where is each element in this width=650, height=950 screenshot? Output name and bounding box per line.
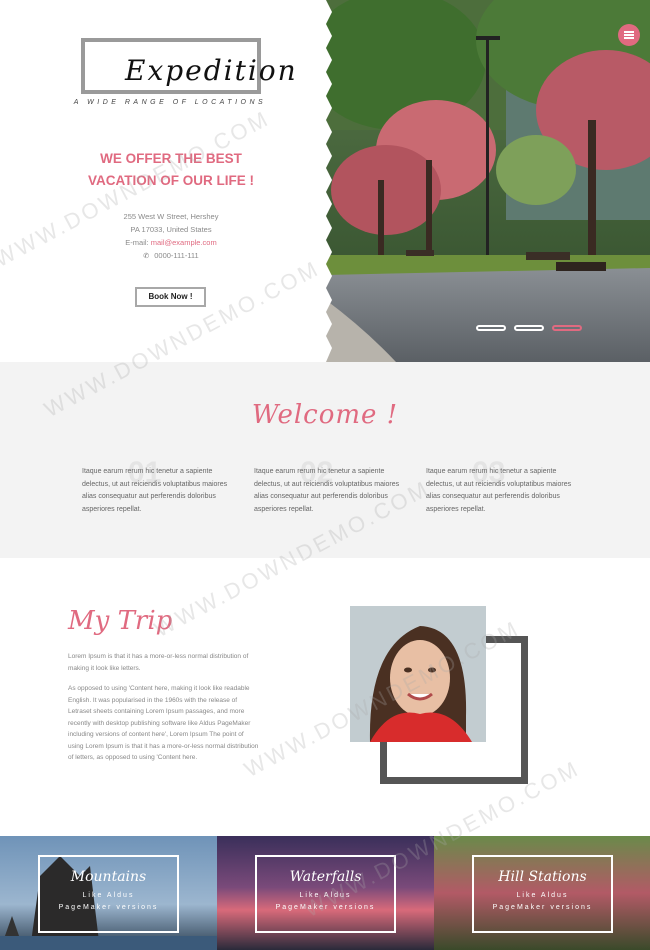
trip-paragraph-2: As opposed to using 'Content here, makin… bbox=[68, 685, 259, 761]
my-trip-section: My Trip Lorem Ipsum is that it has a mor… bbox=[0, 558, 650, 836]
menu-bar-icon bbox=[624, 37, 634, 39]
tile-title: Mountains bbox=[70, 869, 147, 885]
phone-icon: ✆ bbox=[143, 253, 150, 260]
phone-row: ✆ 0000-111-111 bbox=[60, 249, 282, 263]
welcome-section: Welcome ! 01 Itaque earum rerum hic tene… bbox=[0, 362, 650, 558]
feature-text: Itaque earum rerum hic tenetur a sapient… bbox=[254, 468, 400, 513]
tile-caption-box: Hill Stations Like Aldus PageMaker versi… bbox=[472, 855, 613, 933]
tile-hill-stations[interactable]: Hill Stations Like Aldus PageMaker versi… bbox=[434, 836, 650, 950]
tile-subtitle-2: PageMaker versions bbox=[58, 904, 159, 911]
logo-text: Expedition bbox=[125, 54, 298, 87]
address-line-1: 255 West W Street, Hershey bbox=[123, 212, 219, 221]
email-link[interactable]: mail@example.com bbox=[151, 238, 217, 247]
traveler-portrait bbox=[350, 606, 486, 742]
trip-title: My Trip bbox=[68, 606, 173, 636]
page: Expedition A WIDE RANGE OF LOCATIONS WE … bbox=[0, 0, 650, 950]
slider-pagination bbox=[476, 325, 582, 331]
feature-item: 03 Itaque earum rerum hic tenetur a sapi… bbox=[426, 456, 586, 516]
feature-text: Itaque earum rerum hic tenetur a sapient… bbox=[82, 468, 228, 513]
tile-caption-box: Waterfalls Like Aldus PageMaker versions bbox=[255, 855, 396, 933]
feature-item: 01 Itaque earum rerum hic tenetur a sapi… bbox=[82, 456, 242, 516]
phone-number: 0000-111-111 bbox=[154, 251, 199, 260]
destinations-row: Mountains Like Aldus PageMaker versions … bbox=[0, 836, 650, 950]
hero-slider[interactable] bbox=[326, 0, 650, 362]
site-logo[interactable]: Expedition bbox=[81, 38, 296, 94]
headline-line-2: VACATION OF OUR LIFE ! bbox=[88, 173, 254, 188]
headline-line-1: WE OFFER THE BEST bbox=[100, 151, 242, 166]
email-label: E-mail: bbox=[125, 238, 149, 247]
tile-title: Hill Stations bbox=[498, 869, 587, 885]
book-now-button[interactable]: Book Now ! bbox=[135, 287, 206, 307]
slider-dot-1[interactable] bbox=[476, 325, 506, 331]
tile-waterfalls[interactable]: Waterfalls Like Aldus PageMaker versions bbox=[217, 836, 434, 950]
portrait-photo bbox=[350, 606, 486, 742]
tile-caption-box: Mountains Like Aldus PageMaker versions bbox=[38, 855, 179, 933]
feature-item: 02 Itaque earum rerum hic tenetur a sapi… bbox=[254, 456, 414, 516]
tile-mountains[interactable]: Mountains Like Aldus PageMaker versions bbox=[0, 836, 217, 950]
slider-dot-2[interactable] bbox=[514, 325, 544, 331]
slider-dot-3[interactable] bbox=[552, 325, 582, 331]
welcome-title: Welcome ! bbox=[251, 400, 399, 430]
email-row: E-mail: mail@example.com bbox=[60, 236, 282, 249]
tagline: A WIDE RANGE OF LOCATIONS bbox=[73, 99, 267, 106]
contact-address: 255 West W Street, Hershey PA 17033, Uni… bbox=[60, 210, 282, 263]
tile-subtitle-1: Like Aldus bbox=[516, 892, 569, 899]
hero-info-panel: Expedition A WIDE RANGE OF LOCATIONS WE … bbox=[0, 0, 330, 362]
tile-subtitle-2: PageMaker versions bbox=[275, 904, 376, 911]
menu-bar-icon bbox=[624, 34, 634, 36]
feature-text: Itaque earum rerum hic tenetur a sapient… bbox=[426, 468, 572, 513]
tile-subtitle-1: Like Aldus bbox=[82, 892, 135, 899]
tile-subtitle-1: Like Aldus bbox=[299, 892, 352, 899]
hero-headline: WE OFFER THE BEST VACATION OF OUR LIFE ! bbox=[60, 148, 282, 192]
menu-bar-icon bbox=[624, 31, 634, 33]
address-line-2: PA 17033, United States bbox=[130, 225, 212, 234]
park-photo bbox=[326, 0, 650, 362]
tile-title: Waterfalls bbox=[289, 869, 362, 885]
trip-paragraph-1: Lorem Ipsum is that it has a more-or-les… bbox=[68, 653, 249, 672]
hero-section: Expedition A WIDE RANGE OF LOCATIONS WE … bbox=[0, 0, 650, 362]
tile-subtitle-2: PageMaker versions bbox=[492, 904, 593, 911]
menu-toggle-button[interactable] bbox=[618, 24, 640, 46]
